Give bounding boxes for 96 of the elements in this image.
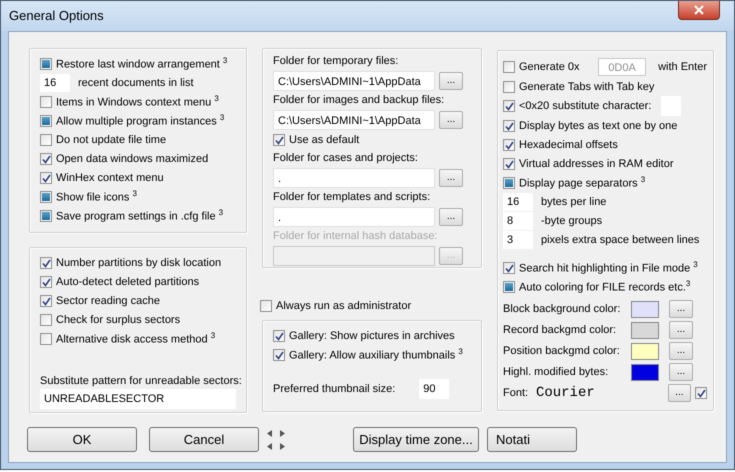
- checkbox[interactable]: [273, 330, 285, 342]
- checkbox[interactable]: [273, 134, 285, 146]
- checkbox[interactable]: [40, 294, 52, 306]
- checkbox[interactable]: [503, 262, 515, 274]
- color-label: Highl. modified bytes:: [503, 366, 610, 378]
- folder-field[interactable]: [273, 246, 435, 266]
- checkbox[interactable]: [273, 348, 285, 360]
- checkbox-label: WinHex context menu: [56, 172, 164, 184]
- checkbox[interactable]: [40, 152, 52, 164]
- field-label: with Enter: [658, 61, 707, 73]
- number-field[interactable]: 16: [503, 192, 533, 210]
- field-label: -byte groups: [541, 214, 602, 226]
- checkbox-label: Gallery: Show pictures in archives: [289, 330, 455, 342]
- dialog-button[interactable]: OK: [27, 427, 137, 452]
- checkbox[interactable]: [503, 80, 515, 92]
- checkbox-label: Generate Tabs with Tab key: [519, 80, 654, 92]
- color-swatch[interactable]: [631, 342, 659, 360]
- checkbox-label: Items in Windows context menu $^{3}$: [56, 94, 219, 109]
- checkbox[interactable]: [260, 300, 272, 312]
- checkbox-label: Auto-detect deleted partitions: [56, 276, 200, 288]
- folder-field[interactable]: C:\Users\ADMINI~1\AppData: [273, 71, 435, 91]
- field-label: Folder for internal hash database:: [273, 229, 438, 244]
- checkbox[interactable]: [503, 100, 515, 112]
- field-label: Folder for cases and projects:: [273, 151, 419, 166]
- checkbox-label: Generate 0x: [519, 61, 581, 73]
- checkbox[interactable]: [503, 61, 515, 73]
- field-label: pixels extra space between lines: [541, 234, 700, 246]
- browse-button[interactable]: ...: [669, 342, 693, 360]
- field-label: Preferred thumbnail size:: [273, 383, 396, 395]
- checkbox-label: Restore last window arrangement $^{3}$: [56, 56, 228, 71]
- dialog-button[interactable]: Display time zone...: [353, 427, 479, 452]
- browse-button[interactable]: ...: [439, 72, 463, 90]
- browse-button[interactable]: ...: [669, 321, 693, 339]
- color-label: Position backgmd color:: [503, 345, 621, 357]
- field-label: Folder for temporary files:: [273, 54, 400, 69]
- checkbox[interactable]: [40, 172, 52, 184]
- checkbox-label: Auto coloring for FILE records etc.$^{3}$: [519, 279, 690, 294]
- checkbox-label: Do not update file time: [56, 134, 166, 146]
- checkbox-label: Gallery: Allow auxiliary thumbnails $^{3}$: [289, 347, 463, 362]
- color-swatch[interactable]: [631, 300, 659, 318]
- checkbox-label: Show file icons $^{3}$: [56, 189, 137, 204]
- field-label: recent documents in list: [78, 76, 194, 88]
- close-button[interactable]: [678, 1, 720, 20]
- checkbox-label: Save program settings in .cfg file $^{3}$: [56, 208, 224, 223]
- folder-field[interactable]: .: [273, 207, 435, 227]
- browse-button[interactable]: ...: [668, 384, 691, 402]
- folder-field[interactable]: .: [273, 168, 435, 188]
- number-field[interactable]: 16: [40, 74, 70, 92]
- checkbox[interactable]: [503, 158, 515, 170]
- color-label: Block background color:: [503, 303, 622, 315]
- checkbox-label: Search hit highlighting in File mode $^{3}$: [519, 260, 698, 275]
- checkbox[interactable]: [40, 96, 52, 108]
- browse-button[interactable]: ...: [439, 208, 463, 226]
- dialog-button[interactable]: Notati: [487, 427, 577, 452]
- checkbox-label: <0x20 substitute character:: [519, 100, 652, 112]
- folder-field[interactable]: C:\Users\ADMINI~1\AppData: [273, 110, 435, 130]
- font-label: Font:: [503, 387, 530, 399]
- number-field[interactable]: 8: [503, 212, 533, 230]
- browse-button[interactable]: ...: [669, 300, 693, 318]
- field-label: Folder for templates and scripts:: [273, 190, 432, 205]
- browse-button[interactable]: ...: [669, 363, 693, 381]
- field-label: Substitute pattern for unreadable sectors:: [40, 375, 240, 387]
- checkbox-label: Always run as administrator: [276, 300, 412, 312]
- field-label: bytes per line: [541, 196, 606, 208]
- browse-button[interactable]: ...: [439, 169, 463, 187]
- color-swatch[interactable]: [631, 364, 659, 380]
- window-title: General Options: [9, 8, 104, 23]
- checkbox[interactable]: [695, 387, 707, 399]
- checkbox[interactable]: [503, 120, 515, 132]
- checkbox-label: Allow multiple program instances $^{3}$: [56, 113, 224, 128]
- checkbox-label: Virtual addresses in RAM editor: [519, 158, 674, 170]
- checkbox[interactable]: [40, 314, 52, 326]
- checkbox-label: Number partitions by disk location: [56, 256, 222, 268]
- font-name: Courier: [536, 385, 596, 401]
- number-field[interactable]: 90: [419, 379, 450, 399]
- checkbox[interactable]: [40, 332, 52, 344]
- field-label: Folder for images and backup files:: [273, 93, 446, 108]
- checkbox-label: Display bytes as text one by one: [519, 120, 678, 132]
- checkbox-label: Hexadecimal offsets: [519, 138, 618, 150]
- checkbox[interactable]: [40, 134, 52, 146]
- dialog-button[interactable]: Cancel: [149, 427, 259, 452]
- checkbox-label: Sector reading cache: [56, 294, 160, 306]
- checkbox-label: Display page separators $^{3}$: [519, 175, 646, 190]
- checkbox[interactable]: [40, 256, 52, 268]
- browse-button[interactable]: ...: [439, 111, 463, 129]
- color-label: Record backgmd color:: [503, 324, 618, 336]
- close-icon: [693, 5, 705, 15]
- color-swatch[interactable]: [631, 322, 659, 338]
- checkbox-label: Use as default: [289, 134, 360, 146]
- checkbox-label: Alternative disk access method $^{3}$: [56, 331, 216, 346]
- number-field[interactable]: 3: [503, 230, 533, 248]
- checkbox-label: Check for surplus sectors: [56, 314, 180, 326]
- checkbox-label: Open data windows maximized: [56, 152, 208, 164]
- pattern-field[interactable]: UNREADABLESECTOR: [40, 389, 236, 409]
- checkbox[interactable]: [40, 276, 52, 288]
- checkbox[interactable]: [503, 138, 515, 150]
